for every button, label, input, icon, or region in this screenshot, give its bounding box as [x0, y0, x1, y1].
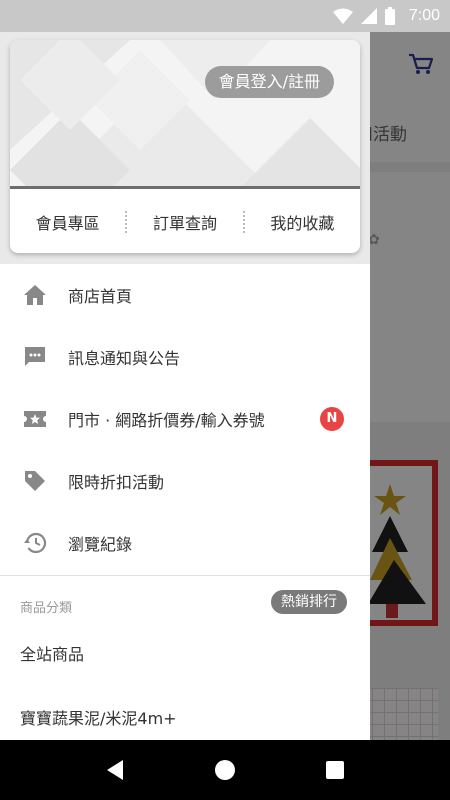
category-item-baby-puree[interactable]: 寶寶蔬果泥/米泥4m+ — [20, 705, 177, 729]
menu-item-store-home[interactable]: 商店首頁 — [0, 264, 370, 326]
home-icon — [22, 282, 48, 308]
menu-divider — [0, 575, 370, 576]
my-favorites-link[interactable]: 我的收藏 — [245, 210, 360, 234]
wifi-icon — [332, 8, 353, 24]
hot-ranking-button[interactable]: 熱銷排行 — [271, 590, 347, 614]
back-icon — [107, 760, 123, 780]
banner-divider — [10, 186, 360, 189]
home-circle-icon — [215, 760, 235, 780]
navigation-bar — [0, 740, 450, 800]
category-header: 商品分類 — [20, 601, 73, 616]
menu-item-label: 商店首頁 — [68, 287, 133, 306]
recents-icon — [326, 761, 344, 779]
drawer-header: 會員登入/註冊 會員專區 訂單查詢 我的收藏 — [0, 32, 370, 264]
menu-item-label: 訊息通知與公告 — [68, 349, 181, 368]
navigation-drawer: 會員登入/註冊 會員專區 訂單查詢 我的收藏 商店首頁 訊息通知與公告 門市 ·… — [0, 32, 370, 740]
member-links: 會員專區 訂單查詢 我的收藏 — [10, 190, 360, 253]
category-item-all[interactable]: 全站商品 — [20, 641, 84, 665]
menu-item-notifications[interactable]: 訊息通知與公告 — [0, 326, 370, 388]
menu-item-history[interactable]: 瀏覽紀錄 — [0, 512, 370, 574]
back-button[interactable] — [95, 750, 135, 790]
menu-item-coupons[interactable]: 門市 · 網路折價券/輸入券號 N — [0, 388, 370, 450]
message-icon — [22, 344, 48, 370]
banner-pattern-icon — [10, 40, 360, 188]
menu-item-label: 瀏覽紀錄 — [68, 535, 133, 554]
history-icon — [22, 530, 48, 556]
status-bar: 7:00 — [0, 0, 450, 32]
status-time: 7:00 — [408, 7, 440, 24]
home-button[interactable] — [205, 750, 245, 790]
member-banner: 會員登入/註冊 — [10, 40, 360, 188]
member-area-link[interactable]: 會員專區 — [10, 210, 125, 234]
member-card: 會員登入/註冊 會員專區 訂單查詢 我的收藏 — [10, 40, 360, 253]
order-query-link[interactable]: 訂單查詢 — [127, 210, 242, 234]
login-register-button[interactable]: 會員登入/註冊 — [204, 66, 334, 98]
ticket-icon — [22, 406, 48, 432]
menu-item-label: 限時折扣活動 — [68, 473, 165, 492]
battery-icon — [384, 7, 395, 25]
signal-icon — [360, 8, 377, 24]
menu-item-label: 門市 · 網路折價券/輸入券號 — [68, 411, 265, 430]
tag-icon — [22, 468, 48, 494]
menu-item-flash-sale[interactable]: 限時折扣活動 — [0, 450, 370, 512]
drawer-menu: 商店首頁 訊息通知與公告 門市 · 網路折價券/輸入券號 N 限時折扣活動 瀏覽… — [0, 264, 370, 574]
recents-button[interactable] — [315, 750, 355, 790]
new-badge: N — [320, 407, 344, 431]
